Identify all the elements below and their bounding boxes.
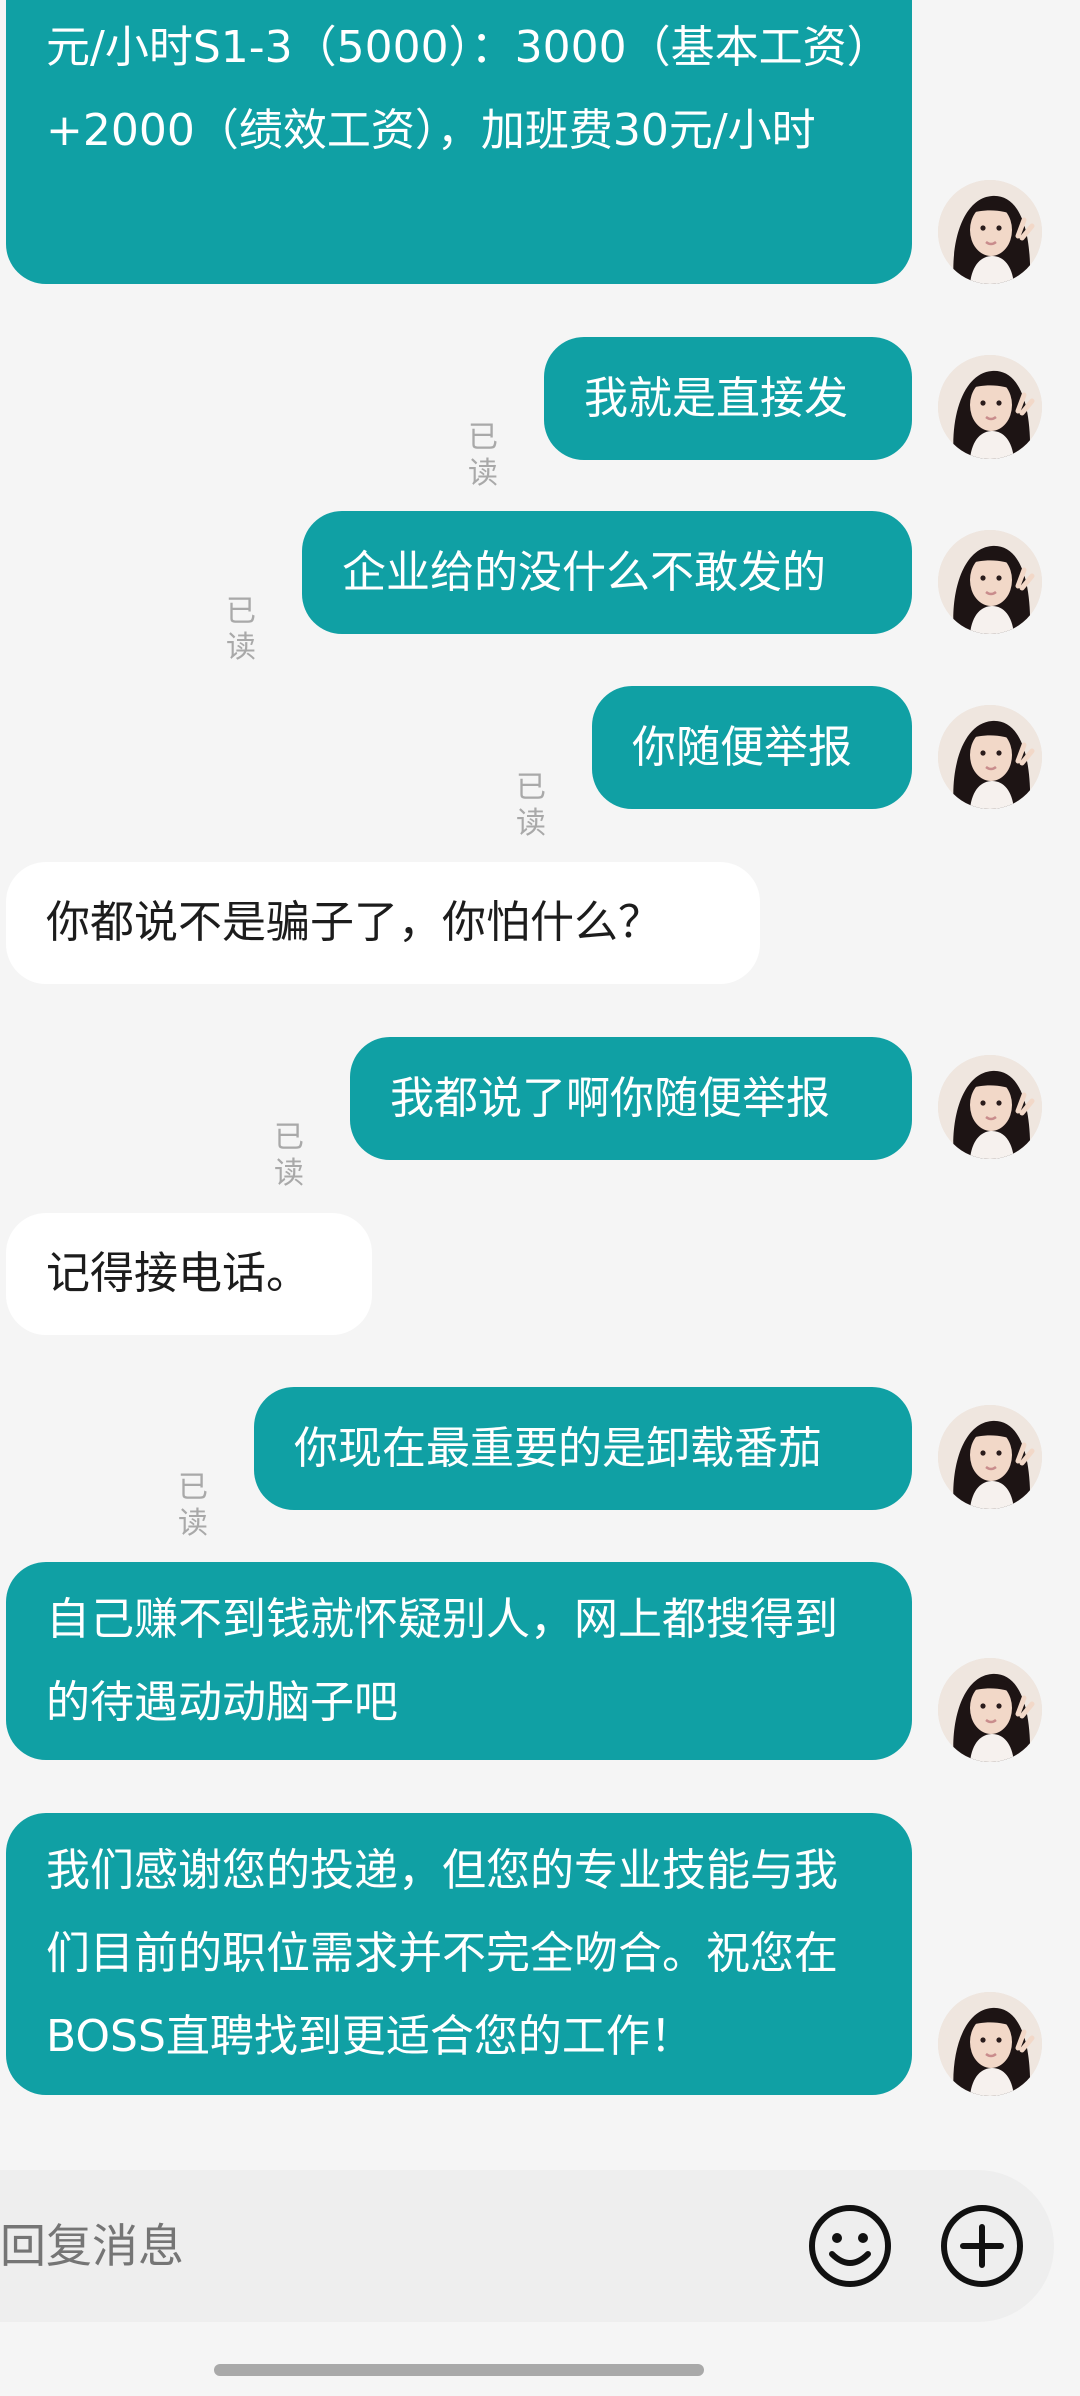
avatar-image — [938, 180, 1042, 284]
avatar[interactable] — [938, 180, 1042, 284]
message-bubble[interactable]: 我就是直接发 — [544, 337, 912, 460]
avatar-image — [938, 1992, 1042, 2096]
reply-input[interactable] — [0, 2204, 760, 2288]
message-text: 你随便举报 — [632, 722, 852, 773]
avatar-image — [938, 1405, 1042, 1509]
add-button[interactable] — [938, 2202, 1026, 2290]
chat-message-list[interactable]: 元/小时S1-3（5000）：3000（基本工资）+2000（绩效工资），加班费… — [0, 0, 1080, 2150]
plus-circle-icon — [941, 2205, 1023, 2287]
message-text: 我就是直接发 — [584, 373, 848, 424]
read-status: 已读 — [226, 594, 256, 665]
message-bubble[interactable]: 我都说了啊你随便举报 — [350, 1037, 912, 1160]
smiley-face-icon — [809, 2205, 891, 2287]
message-bubble[interactable]: 企业给的没什么不敢发的 — [302, 511, 912, 634]
message-bubble[interactable]: 你随便举报 — [592, 686, 912, 809]
message-bubble[interactable]: 元/小时S1-3（5000）：3000（基本工资）+2000（绩效工资），加班费… — [6, 0, 912, 284]
read-status: 已读 — [178, 1470, 208, 1541]
message-text: 元/小时S1-3（5000）：3000（基本工资）+2000（绩效工资），加班费… — [46, 22, 869, 156]
message-text: 企业给的没什么不敢发的 — [342, 547, 826, 598]
reply-input-bar — [0, 2170, 1054, 2322]
message-text: 我都说了啊你随便举报 — [390, 1073, 830, 1124]
avatar-image — [938, 1055, 1042, 1159]
avatar[interactable] — [938, 705, 1042, 809]
emoji-button[interactable] — [806, 2202, 894, 2290]
message-text: 我们感谢您的投递，但您的专业技能与我们目前的职位需求并不完全吻合。祝您在BOSS… — [46, 1845, 838, 2062]
avatar-image — [938, 530, 1042, 634]
message-bubble[interactable]: 自己赚不到钱就怀疑别人，网上都搜得到的待遇动动脑子吧 — [6, 1562, 912, 1760]
avatar[interactable] — [938, 1992, 1042, 2096]
avatar-image — [938, 355, 1042, 459]
avatar[interactable] — [938, 1055, 1042, 1159]
message-text: 自己赚不到钱就怀疑别人，网上都搜得到的待遇动动脑子吧 — [46, 1594, 838, 1728]
message-text: 记得接电话。 — [46, 1248, 310, 1299]
avatar[interactable] — [938, 1658, 1042, 1762]
message-text: 你现在最重要的是卸载番茄 — [294, 1423, 822, 1474]
message-bubble[interactable]: 你现在最重要的是卸载番茄 — [254, 1387, 912, 1510]
message-text: 你都说不是骗子了，你怕什么？ — [46, 897, 662, 948]
message-bubble[interactable]: 你都说不是骗子了，你怕什么？ — [6, 862, 760, 984]
message-bubble[interactable]: 我们感谢您的投递，但您的专业技能与我们目前的职位需求并不完全吻合。祝您在BOSS… — [6, 1813, 912, 2095]
avatar[interactable] — [938, 355, 1042, 459]
read-status: 已读 — [516, 770, 546, 841]
message-bubble[interactable]: 记得接电话。 — [6, 1213, 372, 1335]
home-indicator[interactable] — [214, 2364, 704, 2376]
avatar[interactable] — [938, 530, 1042, 634]
avatar-image — [938, 705, 1042, 809]
avatar[interactable] — [938, 1405, 1042, 1509]
read-status: 已读 — [468, 420, 498, 491]
avatar-image — [938, 1658, 1042, 1762]
read-status: 已读 — [274, 1120, 304, 1191]
